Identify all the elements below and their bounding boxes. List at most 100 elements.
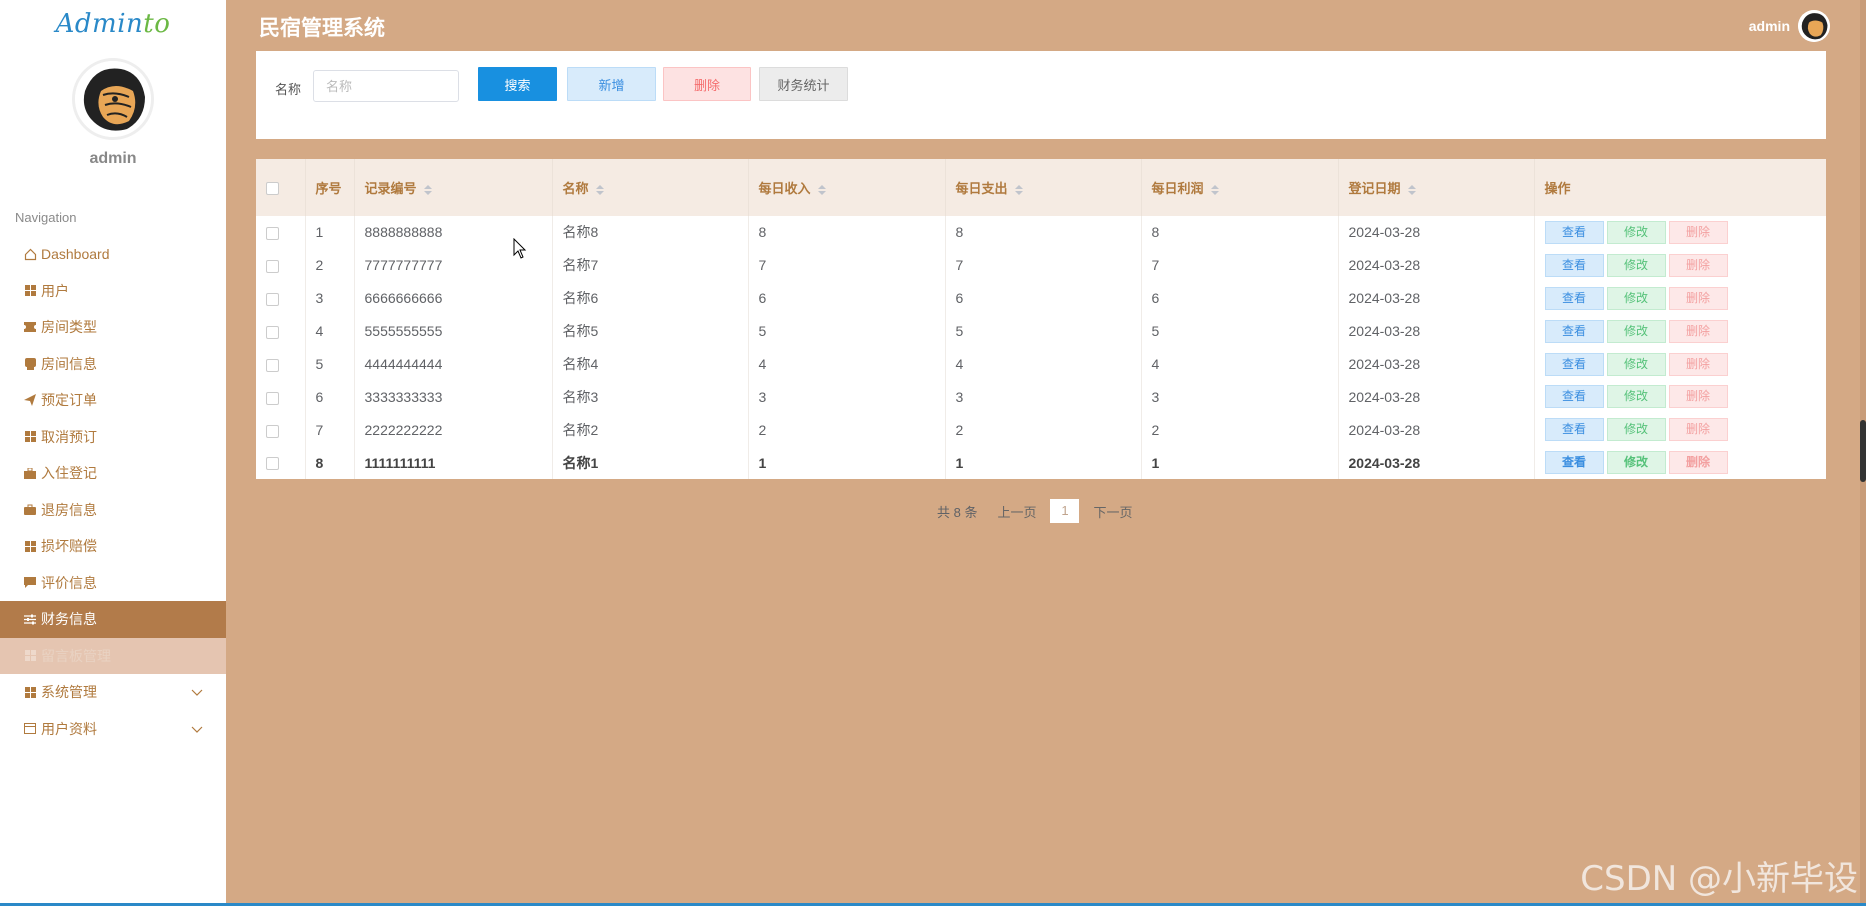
row-delete-button[interactable]: 删除	[1668, 385, 1728, 409]
row-checkbox[interactable]	[266, 424, 279, 438]
sort-icon[interactable]	[1014, 184, 1024, 196]
scrollbar[interactable]	[1860, 0, 1866, 906]
cell-income: 5	[748, 314, 946, 348]
sort-icon[interactable]	[1210, 184, 1220, 196]
sidebar-item-dashboard[interactable]: Dashboard	[0, 236, 226, 273]
table-row[interactable]: 3 6666666666 名称6 6 6 6 2024-03-28 查看 修改 删除	[256, 281, 1826, 315]
add-button[interactable]: 新增	[567, 67, 656, 101]
row-delete-button[interactable]: 删除	[1668, 352, 1728, 376]
sidebar-item-finance[interactable]: 财务信息	[0, 601, 226, 638]
view-button[interactable]: 查看	[1544, 319, 1604, 343]
app-logo[interactable]: Adminto	[0, 0, 226, 50]
mouse-cursor-icon	[513, 238, 527, 259]
row-delete-button[interactable]: 删除	[1668, 451, 1728, 475]
row-checkbox[interactable]	[266, 325, 279, 339]
edit-button[interactable]: 修改	[1606, 319, 1666, 343]
avatar[interactable]	[1798, 10, 1830, 42]
row-delete-button[interactable]: 删除	[1668, 319, 1728, 343]
view-button[interactable]: 查看	[1544, 253, 1604, 277]
sidebar-item-label: 退房信息	[41, 501, 97, 518]
view-button[interactable]: 查看	[1544, 385, 1604, 409]
edit-button[interactable]: 修改	[1606, 286, 1666, 310]
sidebar-item-message-board[interactable]: 留言板管理	[0, 637, 226, 674]
sidebar-item-users[interactable]: 用户	[0, 273, 226, 310]
cell-code: 3333333333	[354, 380, 553, 414]
scrollbar-thumb[interactable]	[1860, 420, 1866, 482]
sort-icon[interactable]	[817, 184, 827, 196]
table-row[interactable]: 8 1111111111 名称1 1 1 1 2024-03-28 查看 修改 删除	[256, 446, 1826, 480]
delete-button[interactable]: 删除	[663, 67, 751, 101]
sidebar-item-bookings[interactable]: 预定订单	[0, 382, 226, 419]
cell-expense: 1	[945, 446, 1142, 480]
row-delete-button[interactable]: 删除	[1668, 220, 1728, 244]
view-button[interactable]: 查看	[1544, 220, 1604, 244]
sidebar-item-cancellations[interactable]: 取消预订	[0, 419, 226, 456]
cell-index: 6	[305, 380, 355, 414]
view-button[interactable]: 查看	[1544, 352, 1604, 376]
table-row[interactable]: 1 8888888888 名称8 8 8 8 2024-03-28 查看 修改 删除	[256, 216, 1826, 249]
column-header-expense[interactable]: 每日支出	[945, 159, 1142, 216]
edit-button[interactable]: 修改	[1606, 352, 1666, 376]
view-button[interactable]: 查看	[1544, 451, 1604, 475]
cell-index: 5	[305, 347, 355, 381]
sidebar-item-checkin[interactable]: 入住登记	[0, 455, 226, 492]
next-page-button[interactable]: 下一页	[1093, 502, 1132, 521]
row-checkbox[interactable]	[266, 293, 279, 307]
sidebar-item-room-info[interactable]: 房间信息	[0, 346, 226, 383]
table-row[interactable]: 6 3333333333 名称3 3 3 3 2024-03-28 查看 修改 删除	[256, 380, 1826, 414]
bag-icon	[23, 503, 37, 517]
sidebar-item-system[interactable]: 系统管理	[0, 674, 226, 711]
row-checkbox[interactable]	[266, 358, 279, 372]
row-select-cell	[256, 314, 306, 348]
column-header-code[interactable]: 记录编号	[354, 159, 553, 216]
table-row[interactable]: 7 2222222222 名称2 2 2 2 2024-03-28 查看 修改 删除	[256, 413, 1826, 447]
column-header-profit[interactable]: 每日利润	[1141, 159, 1339, 216]
sidebar-item-damages[interactable]: 损坏赔偿	[0, 528, 226, 565]
table-row[interactable]: 2 7777777777 名称7 7 7 7 2024-03-28 查看 修改 删除	[256, 248, 1826, 282]
sort-icon[interactable]	[595, 184, 605, 196]
user-menu[interactable]: admin	[1749, 10, 1830, 42]
sidebar-item-room-types[interactable]: 房间类型	[0, 309, 226, 346]
finance-stats-button[interactable]: 财务统计	[759, 67, 848, 101]
select-all-checkbox[interactable]	[266, 182, 279, 196]
edit-button[interactable]: 修改	[1606, 418, 1666, 442]
row-checkbox[interactable]	[266, 391, 279, 405]
sort-icon[interactable]	[423, 184, 433, 196]
search-button[interactable]: 搜索	[478, 67, 557, 101]
row-checkbox[interactable]	[266, 260, 279, 274]
pagination: 共 8 条 上一页 1 下一页	[937, 499, 1147, 523]
view-button[interactable]: 查看	[1544, 286, 1604, 310]
sort-icon[interactable]	[1407, 184, 1417, 196]
page-number-button[interactable]: 1	[1050, 499, 1080, 523]
watermark: CSDN @小新毕设	[1580, 859, 1858, 899]
cell-code: 5555555555	[354, 314, 553, 348]
row-delete-button[interactable]: 删除	[1668, 418, 1728, 442]
sidebar-item-checkout[interactable]: 退房信息	[0, 492, 226, 529]
sidebar-item-profile[interactable]: 用户资料	[0, 711, 226, 748]
view-button[interactable]: 查看	[1544, 418, 1604, 442]
edit-button[interactable]: 修改	[1606, 220, 1666, 244]
row-delete-button[interactable]: 删除	[1668, 286, 1728, 310]
grid-icon	[23, 539, 37, 553]
window-icon	[23, 722, 37, 736]
edit-button[interactable]: 修改	[1606, 385, 1666, 409]
table-row[interactable]: 5 4444444444 名称4 4 4 4 2024-03-28 查看 修改 删除	[256, 347, 1826, 381]
prev-page-button[interactable]: 上一页	[997, 502, 1036, 521]
column-header-date[interactable]: 登记日期	[1338, 159, 1535, 216]
row-delete-button[interactable]: 删除	[1668, 253, 1728, 277]
sidebar-item-reviews[interactable]: 评价信息	[0, 565, 226, 602]
table-header-row: 序号 记录编号 名称 每日收入 每日支出 每日利润 登记日期 操作	[256, 159, 1826, 216]
logo-text-accent: to	[143, 9, 171, 39]
cell-income: 3	[748, 380, 946, 414]
edit-button[interactable]: 修改	[1606, 253, 1666, 277]
edit-button[interactable]: 修改	[1606, 451, 1666, 475]
column-header-label: 每日收入	[758, 181, 811, 196]
search-input[interactable]	[313, 70, 459, 102]
table-row[interactable]: 4 5555555555 名称5 5 5 5 2024-03-28 查看 修改 删除	[256, 314, 1826, 348]
bookmark-icon	[23, 357, 37, 371]
column-header-income[interactable]: 每日收入	[748, 159, 946, 216]
avatar[interactable]	[72, 58, 154, 140]
row-checkbox[interactable]	[266, 227, 279, 241]
row-checkbox[interactable]	[266, 457, 279, 471]
column-header-name[interactable]: 名称	[552, 159, 749, 216]
